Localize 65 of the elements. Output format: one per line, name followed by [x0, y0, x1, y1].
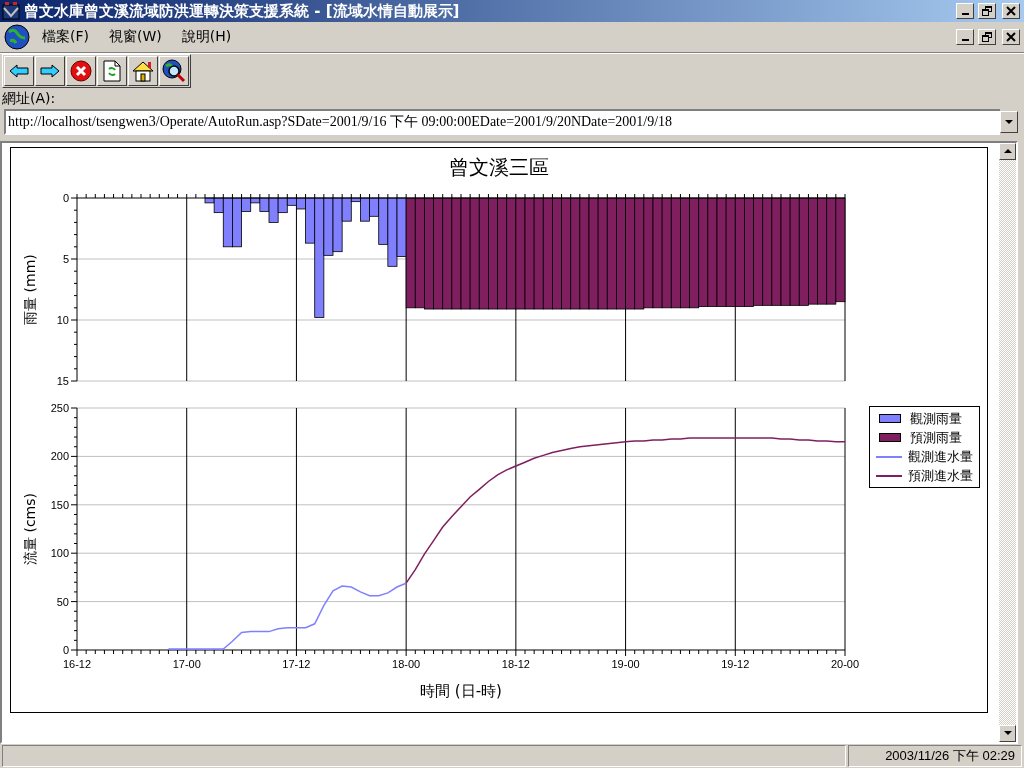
- tick-label: 19-12: [721, 658, 750, 670]
- scroll-up-button[interactable]: [999, 143, 1016, 160]
- globe-icon: [4, 24, 30, 50]
- menu-item[interactable]: 檔案(F): [34, 26, 97, 48]
- tick-label: 250: [50, 402, 69, 414]
- restore-icon: [982, 32, 992, 42]
- down-arrow-icon: [1003, 731, 1012, 736]
- tick-label: 5: [62, 252, 69, 265]
- search-button[interactable]: [159, 56, 189, 86]
- tick-label: 19-00: [611, 658, 640, 670]
- tick-label: 17-12: [282, 658, 311, 670]
- tick-label: 150: [50, 498, 69, 511]
- close-button[interactable]: [1002, 3, 1020, 19]
- address-field[interactable]: http://localhost/tsengwen3/Operate/AutoRun.asp?SDate=2001/9/16 下午 09:00:00EDate=2001/9/20NDate=2001/9/18: [4, 109, 1000, 135]
- close-icon: [1006, 6, 1016, 16]
- search-globe-icon: [162, 59, 186, 83]
- tick-label: 10: [56, 313, 69, 326]
- legend-label: 觀測雨量: [910, 409, 962, 428]
- legend-label: 預測雨量: [910, 428, 962, 447]
- home-button[interactable]: [128, 56, 158, 86]
- tick-label: 20-00: [830, 658, 860, 670]
- home-icon: [131, 60, 155, 82]
- legend-label: 觀測進水量: [908, 447, 973, 466]
- tick-label: 0: [62, 191, 69, 204]
- address-label: 網址(A):: [1, 89, 56, 107]
- restore-icon: [982, 6, 992, 16]
- tick-label: 0: [62, 644, 69, 656]
- axis-title: 流量 (cms): [22, 493, 38, 565]
- minimize-icon: [961, 13, 969, 15]
- stop-icon: [70, 60, 92, 82]
- back-arrow-icon: [9, 64, 29, 78]
- stop-button[interactable]: [66, 56, 96, 86]
- refresh-page-icon: [103, 60, 121, 82]
- minimize-button[interactable]: [956, 3, 974, 19]
- menu-item[interactable]: 視窗(W): [101, 26, 170, 48]
- tick-label: 18-12: [501, 658, 530, 670]
- chart-title: 曾文溪三區: [449, 154, 549, 182]
- refresh-button[interactable]: [97, 56, 127, 86]
- tick-label: 100: [50, 547, 69, 560]
- scroll-down-button[interactable]: [999, 725, 1016, 742]
- status-datetime: 2003/11/26 下午 02:29: [885, 747, 1015, 765]
- restore-button[interactable]: [978, 3, 996, 19]
- close-icon: [1006, 32, 1016, 42]
- minimize-icon: [961, 39, 969, 41]
- minimize-button[interactable]: [956, 29, 974, 45]
- forward-arrow-icon: [40, 64, 60, 78]
- axis-title: 時間 (日-時): [420, 682, 502, 700]
- back-button[interactable]: [4, 56, 34, 86]
- forward-button[interactable]: [35, 56, 65, 86]
- tick-label: 15: [56, 374, 69, 386]
- tick-label: 17-00: [172, 658, 201, 670]
- tick-label: 16-12: [62, 658, 92, 670]
- legend-label: 預測進水量: [908, 466, 973, 485]
- dropdown-button[interactable]: [1000, 111, 1018, 133]
- down-arrow-icon: [1005, 119, 1013, 125]
- app-icon: [2, 2, 20, 20]
- tick-label: 50: [56, 595, 69, 608]
- tick-label: 18-00: [392, 658, 421, 670]
- window-title: 曾文水庫曾文溪流域防洪運轉決策支援系統 - [流域水情自動展示]: [24, 1, 460, 21]
- menu-item[interactable]: 說明(H): [173, 26, 240, 48]
- close-button[interactable]: [1002, 29, 1020, 45]
- restore-button[interactable]: [978, 29, 996, 45]
- up-arrow-icon: [1003, 149, 1012, 154]
- tick-label: 200: [50, 450, 69, 463]
- axis-title: 雨量 (mm): [22, 253, 38, 325]
